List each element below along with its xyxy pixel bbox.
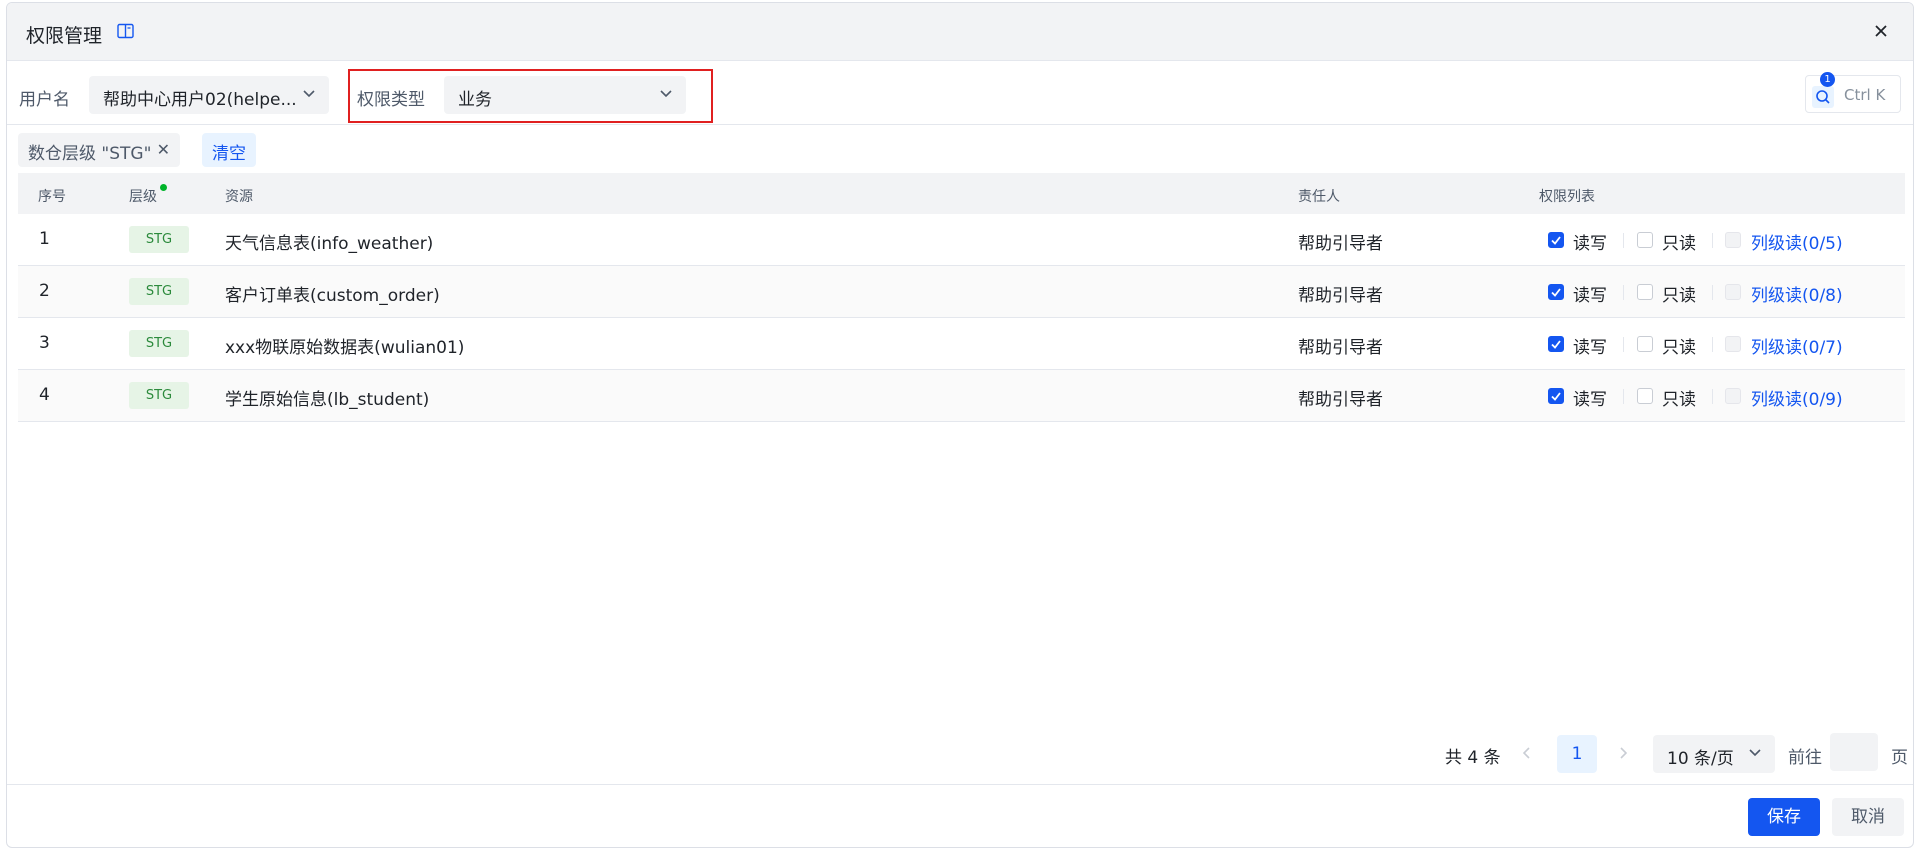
save-button[interactable]: 保存 [1748,798,1820,836]
readonly-label: 只读 [1662,390,1696,410]
page-size-value: 10 条/页 [1667,749,1734,769]
search-icon [1812,86,1834,108]
separator [1623,337,1624,352]
table-row: 1 STG 天气信息表(info_weather) 帮助引导者 读写 只读 列级读(0/5) [18,214,1905,266]
readwrite-checkbox[interactable] [1548,232,1564,248]
filter-tag: 数仓层级 "STG" ✕ [18,133,180,167]
readwrite-checkbox[interactable] [1548,284,1564,300]
readwrite-label: 读写 [1573,390,1607,410]
owner-name: 帮助引导者 [1298,338,1383,358]
level-tag: STG [129,330,189,357]
filter-active-dot [160,184,167,191]
separator [1712,285,1713,300]
table-row: 4 STG 学生原始信息(lb_student) 帮助引导者 读写 只读 列级读(0/9) [18,370,1905,422]
readonly-checkbox[interactable] [1637,232,1653,248]
search-badge: 1 [1820,72,1835,87]
total-count: 共 4 条 [1445,748,1501,768]
resource-name: 天气信息表(info_weather) [225,234,434,254]
column-read-checkbox [1725,336,1741,352]
column-read-link[interactable]: 列级读(0/7) [1751,333,1843,358]
column-read-link[interactable]: 列级读(0/8) [1751,281,1843,306]
permtype-select-value: 业务 [458,90,492,110]
resource-name: 学生原始信息(lb_student) [225,390,430,410]
row-index: 3 [39,333,50,353]
prev-page-icon[interactable] [1519,745,1535,761]
readwrite-label: 读写 [1573,286,1607,306]
col-level-header[interactable]: 层级 [129,186,157,206]
page-button-current[interactable]: 1 [1557,735,1597,773]
book-icon[interactable] [117,23,134,39]
username-select-value: 帮助中心用户02(helpe... [103,90,297,110]
readonly-checkbox[interactable] [1637,388,1653,404]
column-read-link[interactable]: 列级读(0/5) [1751,229,1843,254]
table-row: 3 STG xxx物联原始数据表(wulian01) 帮助引导者 读写 只读 列级读(0/7… [18,318,1905,370]
table-header: 序号 层级 资源 责任人 权限列表 [18,173,1905,214]
level-tag: STG [129,278,189,305]
column-read-checkbox [1725,232,1741,248]
dialog-footer: 保存 取消 [7,784,1913,847]
clear-filters-button[interactable]: 清空 [202,133,256,167]
resource-name: xxx物联原始数据表(wulian01) [225,338,465,358]
search-button[interactable]: 1 Ctrl K [1805,72,1901,113]
readonly-label: 只读 [1662,234,1696,254]
owner-name: 帮助引导者 [1298,286,1383,306]
col-owner-header: 责任人 [1298,189,1340,205]
row-index: 4 [39,385,50,405]
column-read-checkbox [1725,388,1741,404]
pagination: 共 4 条 1 10 条/页 前往 页 [7,733,1913,773]
col-index-header: 序号 [38,189,66,205]
username-select[interactable]: 帮助中心用户02(helpe... [89,76,329,114]
column-read-checkbox [1725,284,1741,300]
separator [1712,337,1713,352]
page-size-select[interactable]: 10 条/页 [1653,735,1775,773]
page-jump-input[interactable] [1830,733,1878,771]
level-tag: STG [129,226,189,253]
owner-name: 帮助引导者 [1298,390,1383,410]
readonly-checkbox[interactable] [1637,336,1653,352]
username-label: 用户名 [19,90,70,110]
filter-bar: 用户名 帮助中心用户02(helpe... 权限类型 业务 1 Ctrl K [7,61,1913,125]
separator [1712,389,1713,404]
chevron-down-icon [1749,749,1761,757]
close-icon[interactable] [1869,19,1893,43]
col-perms-header: 权限列表 [1539,189,1595,205]
separator [1623,233,1624,248]
table-row: 2 STG 客户订单表(custom_order) 帮助引导者 读写 只读 列级读(0/8) [18,266,1905,318]
readwrite-label: 读写 [1573,234,1607,254]
readwrite-checkbox[interactable] [1548,388,1564,404]
next-page-icon[interactable] [1615,745,1631,761]
resource-name: 客户订单表(custom_order) [225,286,440,306]
chevron-down-icon [303,90,315,98]
separator [1623,389,1624,404]
search-shortcut: Ctrl K [1844,86,1886,104]
separator [1623,285,1624,300]
page-suffix: 页 [1891,748,1908,768]
dialog-header: 权限管理 [7,3,1913,61]
chevron-down-icon [660,90,672,98]
readonly-label: 只读 [1662,286,1696,306]
readwrite-checkbox[interactable] [1548,336,1564,352]
filter-tag-label: 数仓层级 "STG" [28,144,152,164]
readonly-checkbox[interactable] [1637,284,1653,300]
permtype-label: 权限类型 [357,90,425,110]
permission-dialog: 权限管理 用户名 帮助中心用户02(helpe... 权限类型 业务 1 Ctr… [6,2,1914,848]
row-index: 2 [39,281,50,301]
goto-label: 前往 [1788,748,1822,768]
column-read-link[interactable]: 列级读(0/9) [1751,385,1843,410]
level-tag: STG [129,382,189,409]
cancel-button[interactable]: 取消 [1832,798,1904,836]
col-resource-header: 资源 [225,189,253,205]
readonly-label: 只读 [1662,338,1696,358]
permtype-select[interactable]: 业务 [444,76,686,114]
dialog-title: 权限管理 [26,25,103,47]
owner-name: 帮助引导者 [1298,234,1383,254]
remove-tag-icon[interactable]: ✕ [157,140,170,159]
readwrite-label: 读写 [1573,338,1607,358]
row-index: 1 [39,229,50,249]
separator [1712,233,1713,248]
